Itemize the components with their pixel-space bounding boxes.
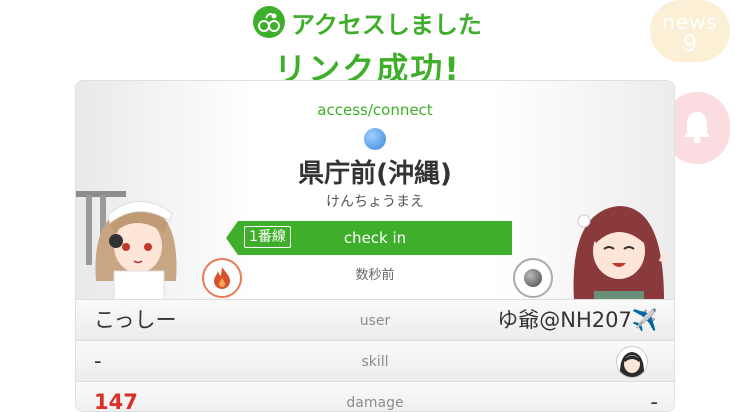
opponent-avatar [616,346,648,378]
bell-icon [684,112,710,144]
user-row: こっしー user ゆ爺@NH207✈️ [76,299,674,340]
opponent-damage-value: - [650,390,658,412]
news-button[interactable]: news 9 [650,0,730,62]
dark-attribute-icon [513,258,553,298]
access-connect-label: access/connect [317,101,433,119]
news-count-badge: 9 [683,32,697,57]
skill-row: - skill [76,340,674,381]
damage-row-label: damage [346,395,404,411]
app-logo-icon [253,6,286,38]
title-text-1: アクセスしました [291,10,482,39]
news-label: news [662,10,718,34]
checkin-bar: 1番線 check in [226,221,512,255]
checkin-result-card: access/connect 県庁前(沖縄) けんちょうまえ 1番線 check… [75,80,675,412]
link-success-header: アクセスしました リンク成功! [0,4,735,90]
opponent-user-name: ゆ爺@NH207✈️ [497,308,658,332]
station-icon [364,128,386,150]
title-line-1: アクセスしました [0,4,735,40]
card-header-area: access/connect 県庁前(沖縄) けんちょうまえ 1番線 check… [76,81,674,301]
checkin-label: check in [343,229,407,247]
skill-row-label: skill [361,354,389,370]
dark-orb [524,269,542,287]
station-reading: けんちょうまえ [326,194,424,210]
checkin-time-ago: 数秒前 [355,268,395,283]
damage-row: 147 damage - [76,381,674,412]
station-name: 県庁前(沖縄) [298,159,452,189]
